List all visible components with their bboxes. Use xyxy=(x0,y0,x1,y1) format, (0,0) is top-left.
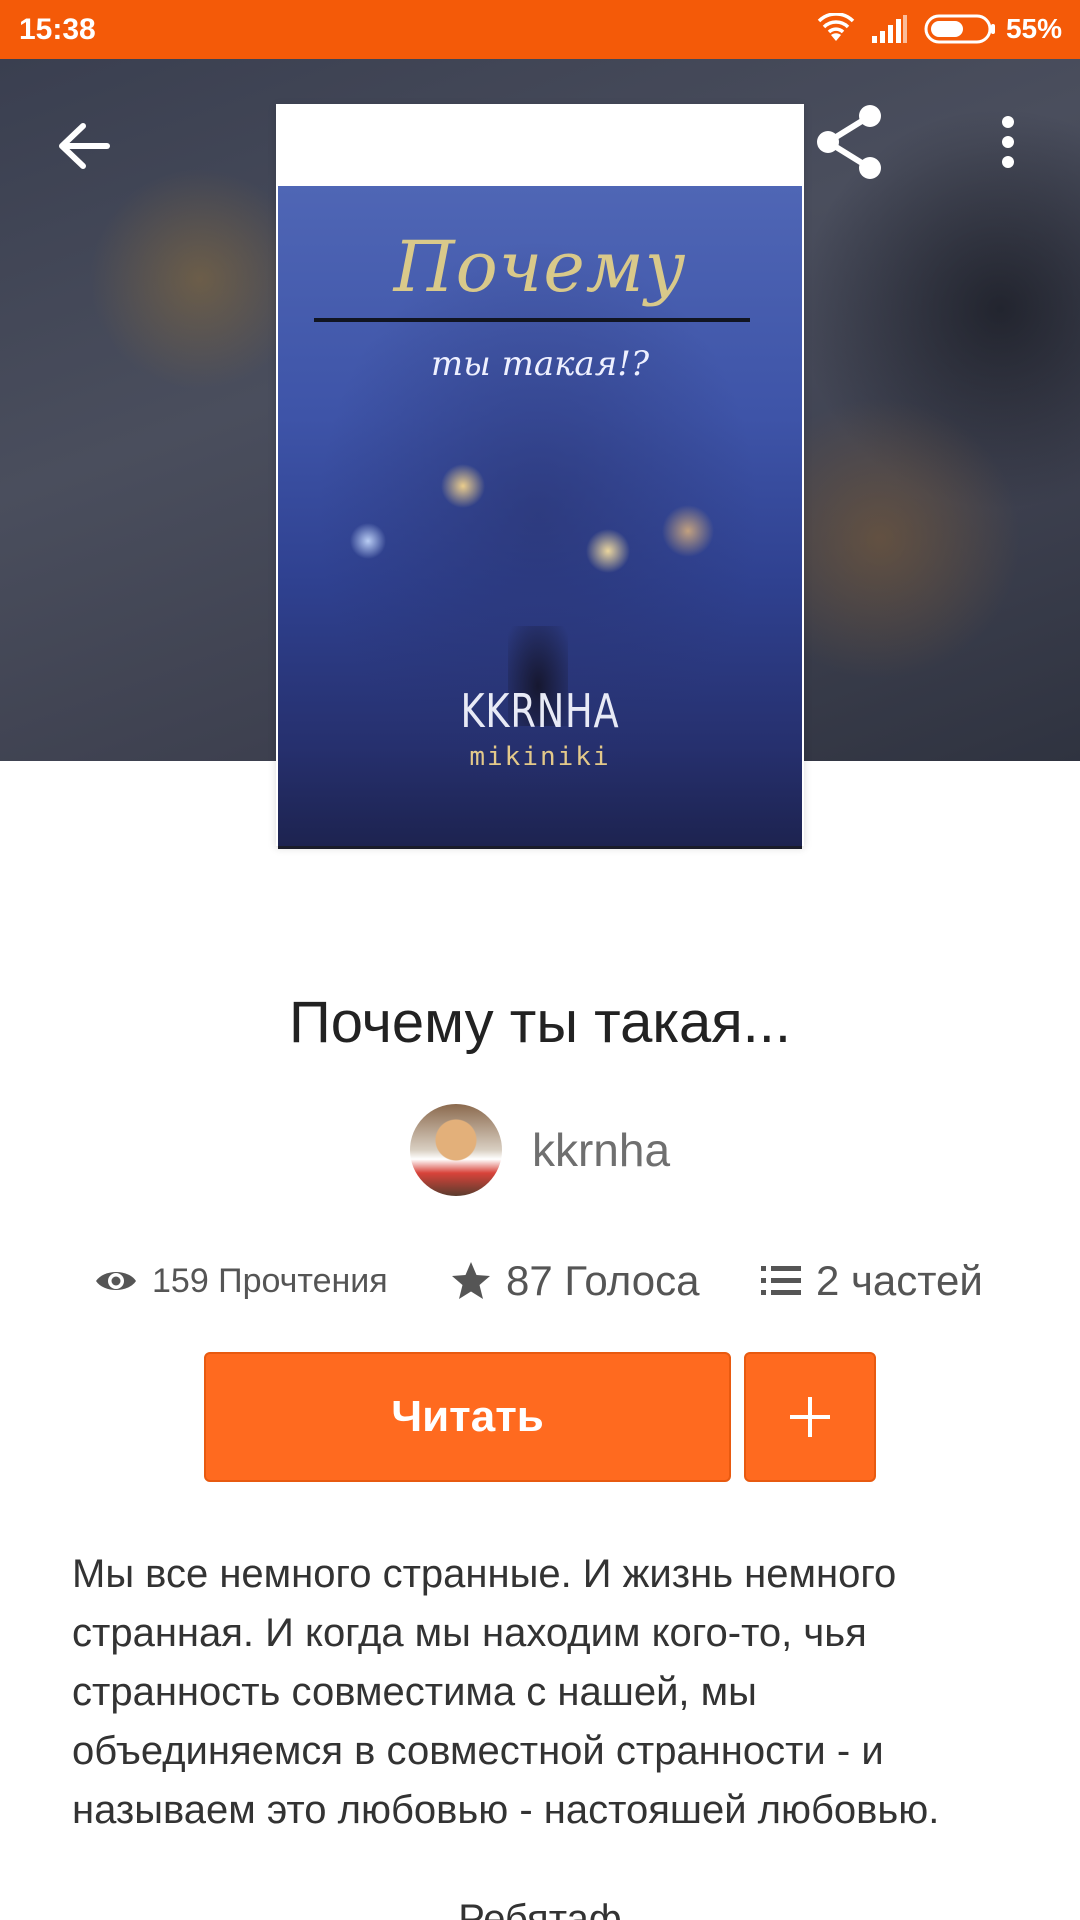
votes-count: 87 Голоса xyxy=(506,1257,700,1304)
status-time: 15:38 xyxy=(19,13,96,46)
more-vert-icon xyxy=(1002,116,1014,168)
cover-title: Почему xyxy=(393,226,687,308)
star-icon xyxy=(452,1262,490,1299)
share-icon xyxy=(817,105,881,179)
eye-icon xyxy=(96,1272,136,1290)
stat-reads: 159 Прочтения xyxy=(94,1253,388,1309)
cover-subtitle: ты такая!? xyxy=(430,344,650,384)
wifi-icon xyxy=(816,13,856,45)
more-options-button[interactable] xyxy=(964,98,1052,186)
stat-parts[interactable]: 2 частей xyxy=(760,1253,983,1309)
book-cover[interactable]: Почему ты такая!? KKRNHA mikiniki xyxy=(276,104,804,849)
back-arrow-icon xyxy=(59,123,110,169)
list-icon xyxy=(761,1266,801,1295)
status-bar: 15:38 55% xyxy=(0,0,1080,59)
author-row[interactable]: kkrnha xyxy=(0,1104,1080,1196)
book-description: Мы все немного странные. И жизнь немного… xyxy=(72,1552,940,1832)
back-button[interactable] xyxy=(40,102,128,190)
read-button[interactable]: Читать xyxy=(204,1352,731,1482)
book-title: Почему ты такая... xyxy=(289,990,791,1055)
stat-votes: 87 Голоса xyxy=(450,1253,699,1309)
cover-author: KKRNHA xyxy=(460,684,620,738)
battery-icon xyxy=(924,14,996,44)
plus-icon xyxy=(790,1397,830,1437)
signal-icon xyxy=(870,14,908,44)
cover-divider xyxy=(314,318,750,322)
share-button[interactable] xyxy=(806,98,894,186)
description-continuation: Ребятаф xyxy=(458,1897,622,1920)
author-name[interactable]: kkrnha xyxy=(532,1123,670,1177)
cover-artwork: Почему ты такая!? KKRNHA mikiniki xyxy=(278,186,802,849)
cover-coauthor: mikiniki xyxy=(469,742,611,772)
add-to-library-button[interactable] xyxy=(744,1352,876,1482)
action-buttons: Читать xyxy=(0,1352,1080,1484)
reads-count: 159 Прочтения xyxy=(152,1261,388,1300)
stats-row: 159 Прочтения 87 Голоса 2 частей xyxy=(0,1253,1080,1309)
parts-count: 2 частей xyxy=(816,1257,983,1304)
avatar[interactable] xyxy=(409,1104,502,1196)
story-details-screen: 15:38 55% Почему ты такая!? KKRNHA mikin… xyxy=(0,0,1080,1920)
battery-percent: 55% xyxy=(1005,13,1062,44)
status-icons: 55% xyxy=(816,9,1062,49)
